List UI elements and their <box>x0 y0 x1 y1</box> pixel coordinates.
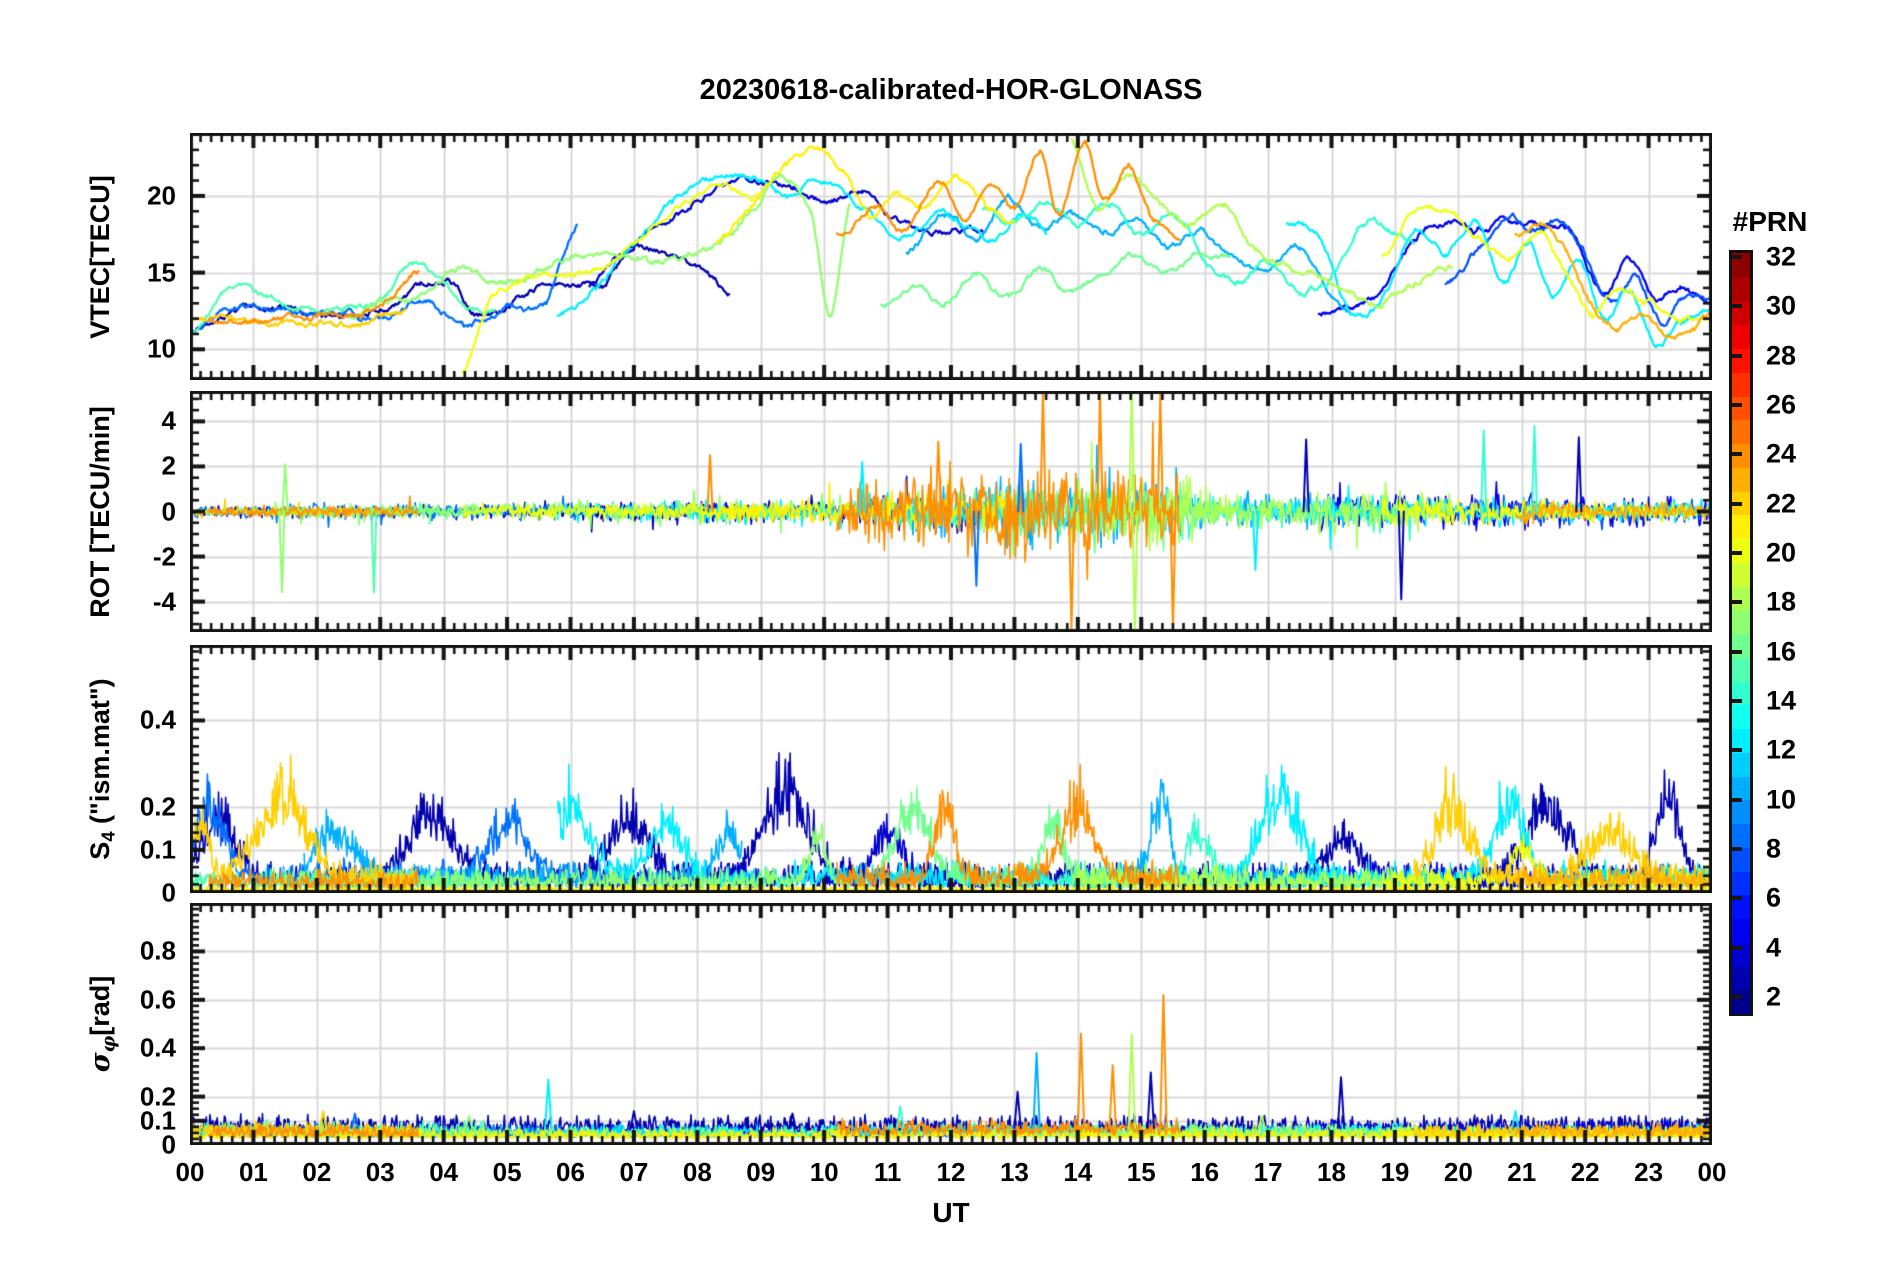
figure: 20230618-calibrated-HOR-GLONASS VTEC[TEC… <box>0 0 1902 1272</box>
panel-s4-plot <box>190 645 1712 893</box>
colorbar <box>1729 250 1753 1016</box>
colorbar-tick-label: 16 <box>1766 636 1797 667</box>
colorbar-cell <box>1732 466 1750 492</box>
y-tick-label: 0.8 <box>139 935 176 966</box>
colorbar-tick-label: 14 <box>1766 685 1797 716</box>
colorbar-tick <box>1732 254 1742 259</box>
colorbar-tick <box>1732 945 1742 950</box>
panel-rot-plot <box>190 391 1712 632</box>
panel-vtec-plot <box>190 133 1712 380</box>
colorbar-tick <box>1732 698 1742 703</box>
colorbar-cell <box>1732 585 1750 611</box>
y-tick-label: 20 <box>147 180 176 211</box>
y-tick-label: 0.2 <box>139 791 176 822</box>
y-tick-label: 0.6 <box>139 984 176 1015</box>
colorbar-tick-label: 24 <box>1766 438 1797 469</box>
y-tick-label: 4 <box>161 405 176 436</box>
colorbar-cell <box>1732 609 1750 634</box>
colorbar-cell <box>1732 775 1750 801</box>
colorbar-tick-label: 4 <box>1766 932 1782 963</box>
colorbar-tick-label: 28 <box>1766 340 1797 371</box>
colorbar-cell <box>1732 348 1750 373</box>
y-tick-label: 0 <box>161 496 176 526</box>
colorbar-tick-label: 32 <box>1766 241 1797 272</box>
colorbar-tick <box>1732 995 1742 999</box>
colorbar-tick-label: 12 <box>1766 734 1797 765</box>
colorbar-cell <box>1732 799 1750 824</box>
colorbar-cell <box>1732 870 1750 896</box>
colorbar-cell <box>1732 514 1750 539</box>
y-tick-label: -4 <box>152 586 176 617</box>
colorbar-cell <box>1732 918 1750 943</box>
colorbar-tick-label: 10 <box>1766 784 1797 815</box>
colorbar-tick-label: 20 <box>1766 537 1797 568</box>
y-tick-label: 0 <box>161 877 176 908</box>
colorbar-tick-label: 30 <box>1766 290 1797 321</box>
colorbar-tick <box>1732 896 1742 901</box>
colorbar-tick-label: 26 <box>1766 389 1797 420</box>
x-tick-label: 00 <box>1697 1157 1727 1187</box>
colorbar-tick-label: 22 <box>1766 488 1797 519</box>
colorbar-cell <box>1732 965 1750 991</box>
colorbar-tick <box>1732 600 1742 605</box>
colorbar-tick <box>1732 452 1742 457</box>
colorbar-cell <box>1732 656 1750 682</box>
colorbar-tick <box>1732 748 1742 753</box>
colorbar-tick-label: 8 <box>1766 833 1782 864</box>
y-tick-label: -2 <box>152 541 176 572</box>
colorbar-tick-label: 2 <box>1766 981 1782 1012</box>
colorbar-tick <box>1732 550 1742 555</box>
y-tick-label: 0.4 <box>139 1032 176 1063</box>
colorbar-cell <box>1732 371 1750 397</box>
y-tick-label: 10 <box>147 333 176 364</box>
colorbar-title: #PRN <box>1732 206 1808 237</box>
y-tick-label: 0.2 <box>139 1081 176 1112</box>
y-tick-label: 0.1 <box>139 834 176 865</box>
panel-sigma-plot <box>190 903 1712 1145</box>
colorbar-tick <box>1732 353 1742 358</box>
colorbar-cell <box>1732 395 1750 421</box>
y-tick-label: 2 <box>161 450 176 481</box>
colorbar-tick <box>1732 304 1742 309</box>
colorbar-cell <box>1732 276 1750 302</box>
colorbar-cell <box>1732 561 1750 587</box>
colorbar-cell <box>1732 419 1750 444</box>
colorbar-tick <box>1732 649 1742 654</box>
colorbar-cell <box>1732 704 1750 729</box>
colorbar-cell <box>1732 823 1750 848</box>
colorbar-tick <box>1732 501 1742 506</box>
colorbar-tick-label: 18 <box>1766 586 1797 617</box>
colorbar-tick <box>1732 797 1742 802</box>
colorbar-cell <box>1732 751 1750 777</box>
y-tick-label: 15 <box>147 257 176 288</box>
chart-title: 20230618-calibrated-HOR-GLONASS <box>699 74 1203 106</box>
colorbar-tick <box>1732 402 1742 407</box>
colorbar-cell <box>1732 989 1750 1014</box>
colorbar-cell <box>1732 324 1750 349</box>
colorbar-tick-label: 6 <box>1766 882 1782 913</box>
colorbar-tick <box>1732 846 1742 851</box>
x-axis-title: UT <box>932 1197 970 1228</box>
colorbar-cell <box>1732 633 1750 658</box>
y-tick-label: 0.4 <box>139 704 176 735</box>
